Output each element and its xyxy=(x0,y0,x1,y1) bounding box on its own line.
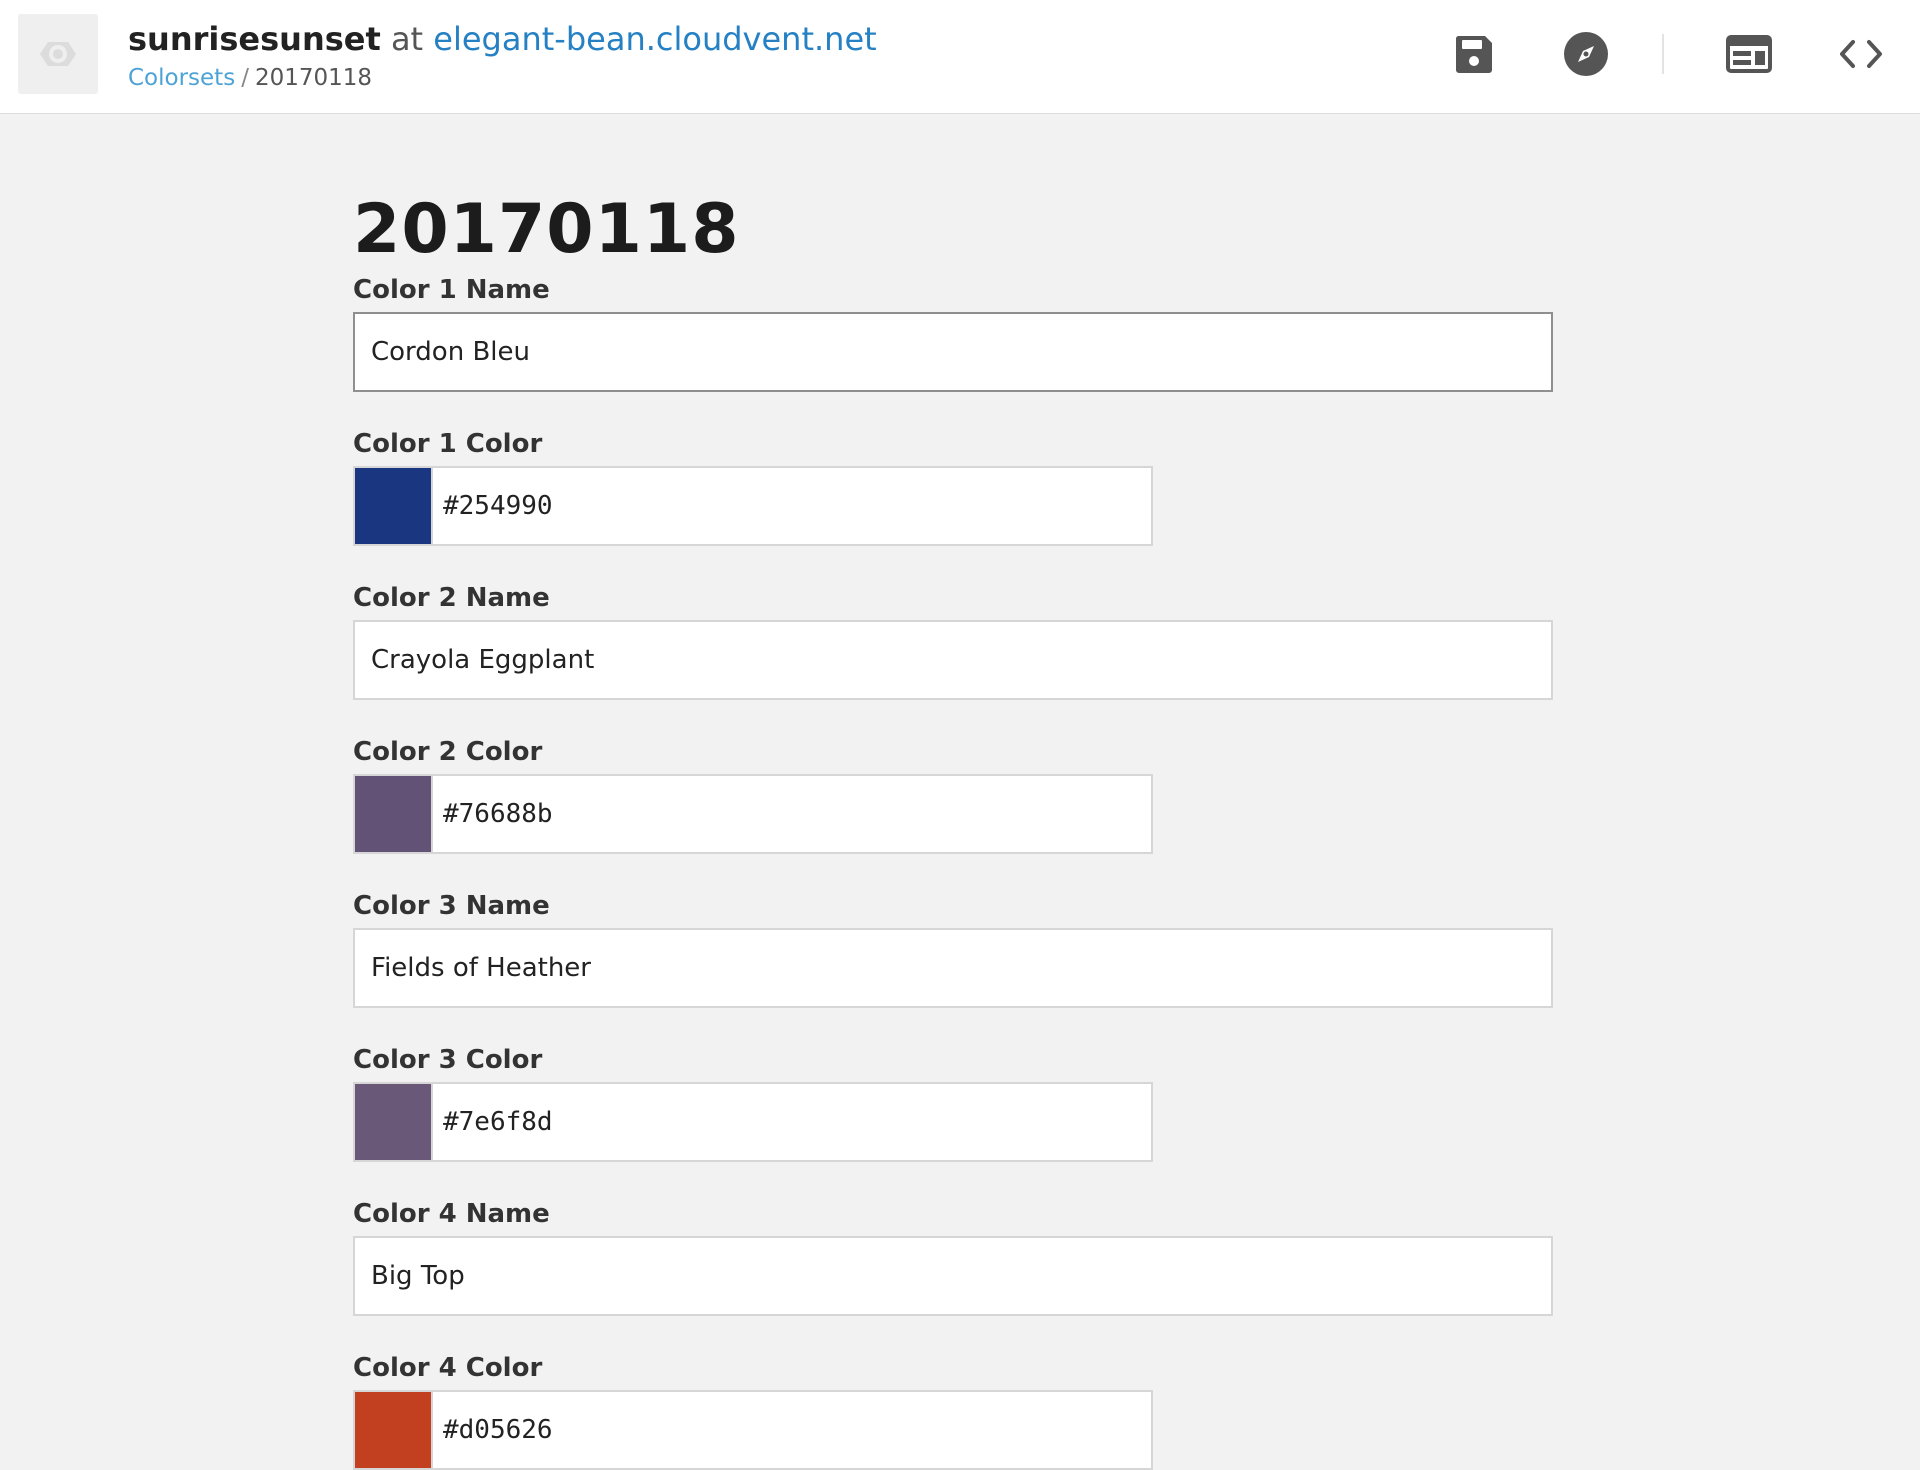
field-label: Color 1 Color xyxy=(353,429,543,459)
field-label: Color 3 Name xyxy=(353,891,550,921)
save-button[interactable] xyxy=(1447,27,1501,81)
color-2-name-field: Color 2 Name xyxy=(353,582,1553,700)
color-picker xyxy=(353,1390,1153,1470)
color-3-name-field: Color 3 Name xyxy=(353,890,1553,1008)
color-4-swatch[interactable] xyxy=(355,1392,433,1468)
breadcrumb-separator: / xyxy=(241,65,249,91)
breadcrumb-current: 20170118 xyxy=(254,65,373,91)
color-2-hex-input[interactable] xyxy=(433,776,1151,852)
compass-icon xyxy=(1564,32,1608,76)
color-3-name-input[interactable] xyxy=(353,928,1553,1008)
cloud-logo-icon xyxy=(40,42,76,66)
field-label: Color 1 Name xyxy=(353,275,550,305)
color-picker xyxy=(353,1082,1153,1162)
color-1-name-input[interactable] xyxy=(353,312,1553,392)
color-2-swatch[interactable] xyxy=(355,776,433,852)
color-picker xyxy=(353,774,1153,854)
color-2-name-input[interactable] xyxy=(353,620,1553,700)
page-title: 20170118 xyxy=(353,190,740,269)
color-4-name-field: Color 4 Name xyxy=(353,1198,1553,1316)
site-heading: sunrisesunset at elegant-bean.cloudvent.… xyxy=(128,16,877,62)
color-3-hex-input[interactable] xyxy=(433,1084,1151,1160)
breadcrumb: Colorsets/20170118 xyxy=(128,63,372,93)
source-editor-button[interactable] xyxy=(1834,27,1888,81)
site-at: at xyxy=(390,20,424,58)
color-4-color-field: Color 4 Color xyxy=(353,1352,1553,1470)
color-1-color-field: Color 1 Color xyxy=(353,428,1553,546)
color-2-color-field: Color 2 Color xyxy=(353,736,1553,854)
color-4-hex-input[interactable] xyxy=(433,1392,1151,1468)
color-1-hex-input[interactable] xyxy=(433,468,1151,544)
color-picker xyxy=(353,466,1153,546)
color-3-swatch[interactable] xyxy=(355,1084,433,1160)
code-icon xyxy=(1840,40,1882,68)
layout-icon xyxy=(1726,35,1772,73)
site-logo[interactable] xyxy=(18,14,98,94)
field-label: Color 2 Color xyxy=(353,737,543,767)
editor-form: 20170118 Color 1 Name Color 1 Color Colo… xyxy=(353,114,1553,1470)
color-1-name-field: Color 1 Name xyxy=(353,274,1553,392)
save-icon xyxy=(1455,36,1492,73)
site-name: sunrisesunset xyxy=(128,20,381,58)
visual-editor-button[interactable] xyxy=(1722,27,1776,81)
color-4-name-input[interactable] xyxy=(353,1236,1553,1316)
top-bar: sunrisesunset at elegant-bean.cloudvent.… xyxy=(0,0,1920,114)
toolbar-divider xyxy=(1662,34,1664,74)
field-label: Color 4 Name xyxy=(353,1199,550,1229)
field-label: Color 2 Name xyxy=(353,583,550,613)
color-1-swatch[interactable] xyxy=(355,468,433,544)
color-3-color-field: Color 3 Color xyxy=(353,1044,1553,1162)
explore-button[interactable] xyxy=(1559,27,1613,81)
field-label: Color 4 Color xyxy=(353,1353,543,1383)
site-host-link[interactable]: elegant-bean.cloudvent.net xyxy=(433,20,876,58)
breadcrumb-colorsets-link[interactable]: Colorsets xyxy=(128,65,235,91)
field-label: Color 3 Color xyxy=(353,1045,543,1075)
